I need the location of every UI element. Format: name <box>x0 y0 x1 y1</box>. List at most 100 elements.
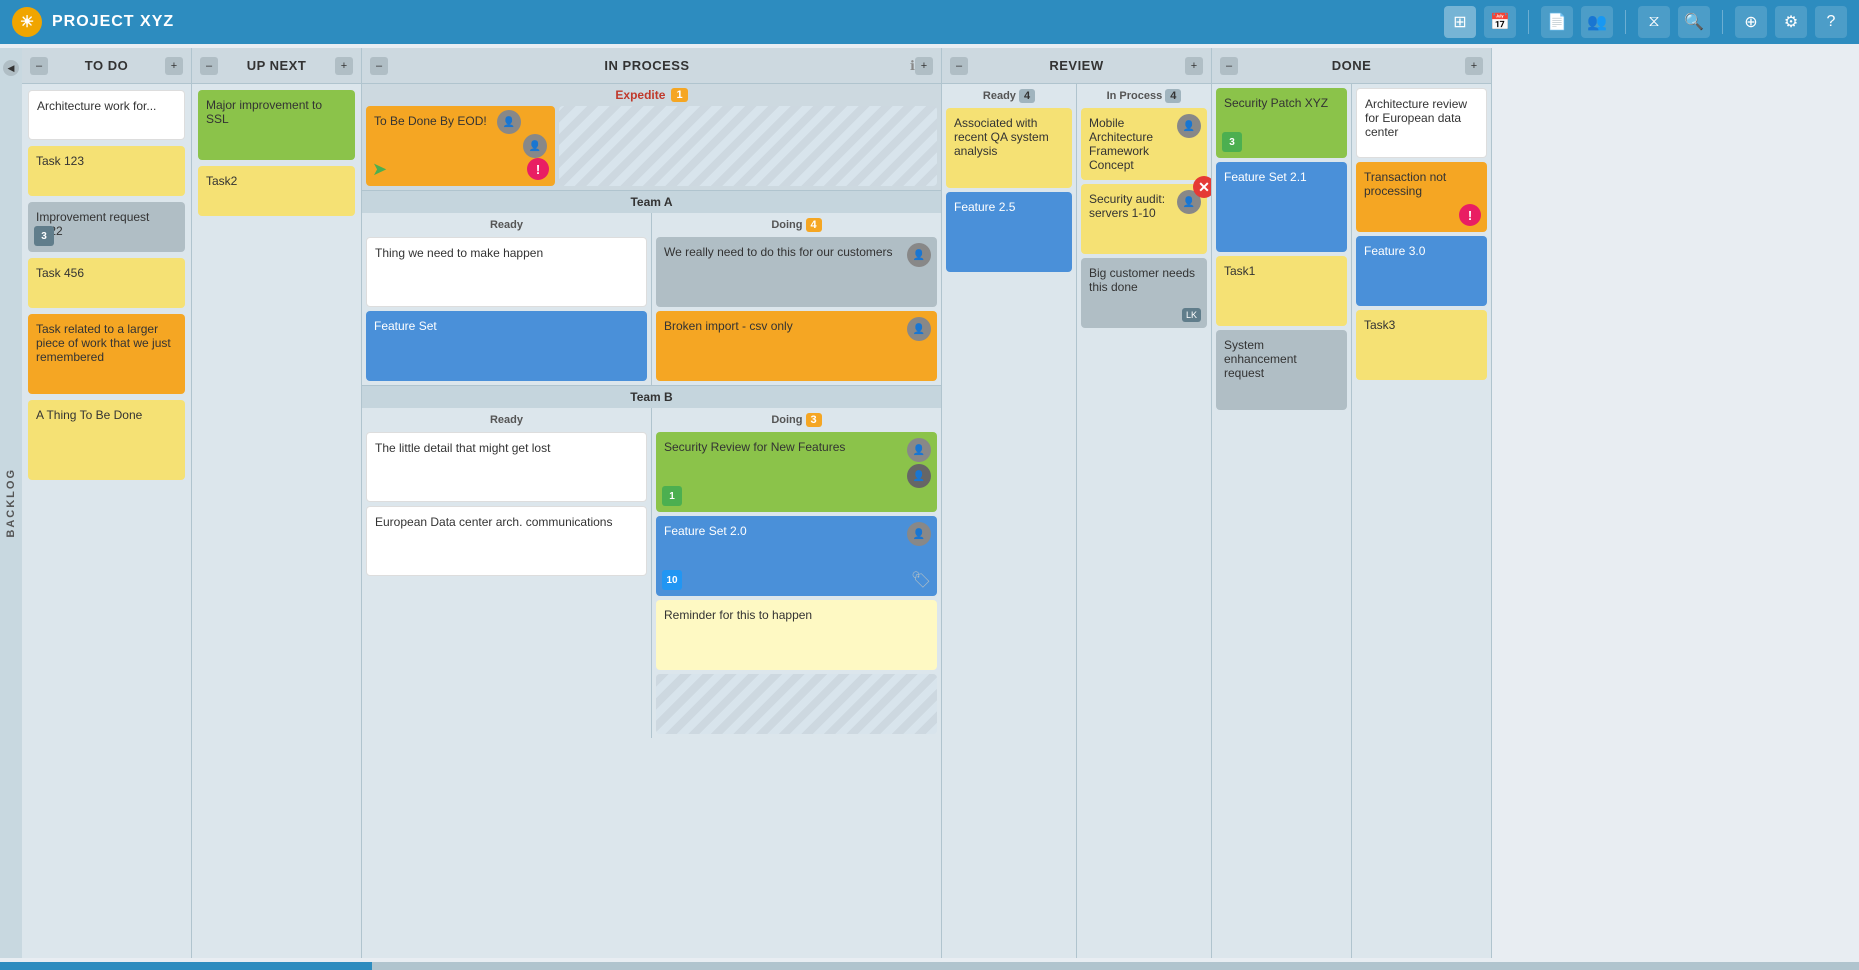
todo-card-3[interactable]: Improvement request #522 3 <box>28 202 185 252</box>
done-add-btn[interactable]: + <box>1465 57 1483 75</box>
review-inprocess: In Process 4 Mobile Architecture Framewo… <box>1077 84 1211 958</box>
review-inprocess-card-2[interactable]: Security audit: servers 1-10 👤 ✕ <box>1081 184 1207 254</box>
todo-card3-badge: 3 <box>34 226 54 246</box>
todo-header: – TO DO + <box>22 48 191 84</box>
review-inprocess-avatar-1: 👤 <box>1177 114 1201 138</box>
filter-icon[interactable]: ⧖ <box>1638 6 1670 38</box>
done-card-4[interactable]: Transaction not processing ! <box>1356 162 1487 232</box>
upnext-add-btn[interactable]: + <box>335 57 353 75</box>
inprocess-header: – IN PROCESS ℹ + <box>362 48 941 84</box>
team-b-ready-card-2[interactable]: European Data center arch. communication… <box>366 506 647 576</box>
review-inprocess-close-btn[interactable]: ✕ <box>1193 176 1211 198</box>
expedite-avatar-2: 👤 <box>523 134 547 158</box>
team-a-doing: Doing 4 We really need to do this for ou… <box>652 213 941 385</box>
done-card-8[interactable]: Task3 <box>1356 310 1487 380</box>
done-body: Security Patch XYZ 3 Feature Set 2.1 Tas… <box>1212 84 1491 958</box>
done-card-6[interactable]: Feature 3.0 <box>1356 236 1487 306</box>
column-upnext: – UP NEXT + Major improvement to SSL Tas… <box>192 48 362 958</box>
grid-view-icon[interactable]: ⊞ <box>1444 6 1476 38</box>
team-b-doing-card-2[interactable]: Feature Set 2.0 👤 10 🏷 <box>656 516 937 596</box>
done-card-1[interactable]: Security Patch XYZ 3 <box>1216 88 1347 158</box>
review-add-btn[interactable]: + <box>1185 57 1203 75</box>
team-a-doing-avatar-2: 👤 <box>907 317 931 341</box>
todo-title: TO DO <box>48 58 165 73</box>
team-a-doing-count: 4 <box>806 218 822 232</box>
review-title: REVIEW <box>968 58 1185 73</box>
team-b-header: Team B <box>362 386 941 408</box>
done-header: – DONE + <box>1212 48 1491 84</box>
todo-add-btn[interactable]: + <box>165 57 183 75</box>
team-b-hatched <box>656 674 937 734</box>
review-ready: Ready 4 Associated with recent QA system… <box>942 84 1077 958</box>
board: ◀ BACKLOG – TO DO + Architecture work fo… <box>0 44 1859 962</box>
settings-icon[interactable]: ⚙ <box>1775 6 1807 38</box>
team-a-ready-card-2[interactable]: Feature Set <box>366 311 647 381</box>
team-b-doing-card-3[interactable]: Reminder for this to happen <box>656 600 937 670</box>
upnext-body: Major improvement to SSL Task2 <box>192 84 361 958</box>
team-b-doing-card-1[interactable]: Security Review for New Features 👤 👤 1 <box>656 432 937 512</box>
users-icon[interactable]: 👥 <box>1581 6 1613 38</box>
done-card1-badge: 3 <box>1222 132 1242 152</box>
expedite-exclaim: ! <box>527 158 549 180</box>
team-a-doing-card-2[interactable]: Broken import - csv only 👤 <box>656 311 937 381</box>
header-left: ☀ PROJECT XYZ <box>12 7 174 37</box>
team-b-ready-card-1[interactable]: The little detail that might get lost <box>366 432 647 502</box>
team-a-ready: Ready Thing we need to make happen Featu… <box>362 213 652 385</box>
todo-card-5[interactable]: Task related to a larger piece of work t… <box>28 314 185 394</box>
upnext-card-1[interactable]: Major improvement to SSL <box>198 90 355 160</box>
upnext-collapse-btn[interactable]: – <box>200 57 218 75</box>
done-title: DONE <box>1238 58 1465 73</box>
expedite-hatched <box>559 106 937 186</box>
expedite-card[interactable]: To Be Done By EOD! 👤 👤 ➤ ! <box>366 106 555 186</box>
done-card-5[interactable]: Task1 <box>1216 256 1347 326</box>
todo-card-4[interactable]: Task 456 <box>28 258 185 308</box>
help-icon[interactable]: ⊕ <box>1735 6 1767 38</box>
team-b-section: Team B Ready The little detail that migh… <box>362 386 941 738</box>
review-ready-card-2[interactable]: Feature 2.5 <box>946 192 1072 272</box>
done-card-2[interactable]: Architecture review for European data ce… <box>1356 88 1487 158</box>
review-body: Ready 4 Associated with recent QA system… <box>942 84 1211 958</box>
team-b-doing-avatar-1b: 👤 <box>907 464 931 488</box>
backlog-icon[interactable]: ◀ <box>3 60 19 76</box>
app-logo: ☀ <box>12 7 42 37</box>
inprocess-add-btn[interactable]: + <box>915 57 933 75</box>
team-a-ready-card-1[interactable]: Thing we need to make happen <box>366 237 647 307</box>
review-ready-card-1[interactable]: Associated with recent QA system analysi… <box>946 108 1072 188</box>
column-review: – REVIEW + Ready 4 Associated with recen… <box>942 48 1212 958</box>
app-title: PROJECT XYZ <box>52 13 174 31</box>
todo-card-1[interactable]: Architecture work for... <box>28 90 185 140</box>
column-done: – DONE + Security Patch XYZ 3 Feature Se… <box>1212 48 1492 958</box>
inprocess-collapse-btn[interactable]: – <box>370 57 388 75</box>
todo-body: Architecture work for... Task 123 Improv… <box>22 84 191 958</box>
todo-card-2[interactable]: Task 123 <box>28 146 185 196</box>
review-inprocess-label: In Process 4 <box>1081 88 1207 104</box>
team-a-body: Ready Thing we need to make happen Featu… <box>362 213 941 385</box>
inprocess-title: IN PROCESS <box>388 58 906 73</box>
team-b-doing-label: Doing 3 <box>656 412 937 428</box>
team-a-doing-avatar-1: 👤 <box>907 243 931 267</box>
upnext-card-2[interactable]: Task2 <box>198 166 355 216</box>
upnext-title: UP NEXT <box>218 58 335 73</box>
todo-collapse-btn[interactable]: – <box>30 57 48 75</box>
done-collapse-btn[interactable]: – <box>1220 57 1238 75</box>
search-icon[interactable]: 🔍 <box>1678 6 1710 38</box>
expedite-avatar-1: 👤 <box>497 110 521 134</box>
review-inprocess-card-1[interactable]: Mobile Architecture Framework Concept 👤 <box>1081 108 1207 180</box>
team-a-doing-card-1[interactable]: We really need to do this for our custom… <box>656 237 937 307</box>
done-card4-exclaim: ! <box>1459 204 1481 226</box>
expedite-label: Expedite <box>615 88 665 102</box>
review-inprocess-card-3[interactable]: Big customer needs this done LK <box>1081 258 1207 328</box>
done-left: Security Patch XYZ 3 Feature Set 2.1 Tas… <box>1212 84 1352 958</box>
team-b-body: Ready The little detail that might get l… <box>362 408 941 738</box>
column-todo: – TO DO + Architecture work for... Task … <box>22 48 192 958</box>
review-collapse-btn[interactable]: – <box>950 57 968 75</box>
team-a-header: Team A <box>362 191 941 213</box>
file-icon[interactable]: 📄 <box>1541 6 1573 38</box>
question-icon[interactable]: ? <box>1815 6 1847 38</box>
calendar-icon[interactable]: 📅 <box>1484 6 1516 38</box>
expedite-avatars: 👤 👤 <box>497 110 547 158</box>
team-b-ready-label: Ready <box>366 412 647 428</box>
done-card-3[interactable]: Feature Set 2.1 <box>1216 162 1347 252</box>
todo-card-6[interactable]: A Thing To Be Done <box>28 400 185 480</box>
done-card-7[interactable]: System enhancement request <box>1216 330 1347 410</box>
